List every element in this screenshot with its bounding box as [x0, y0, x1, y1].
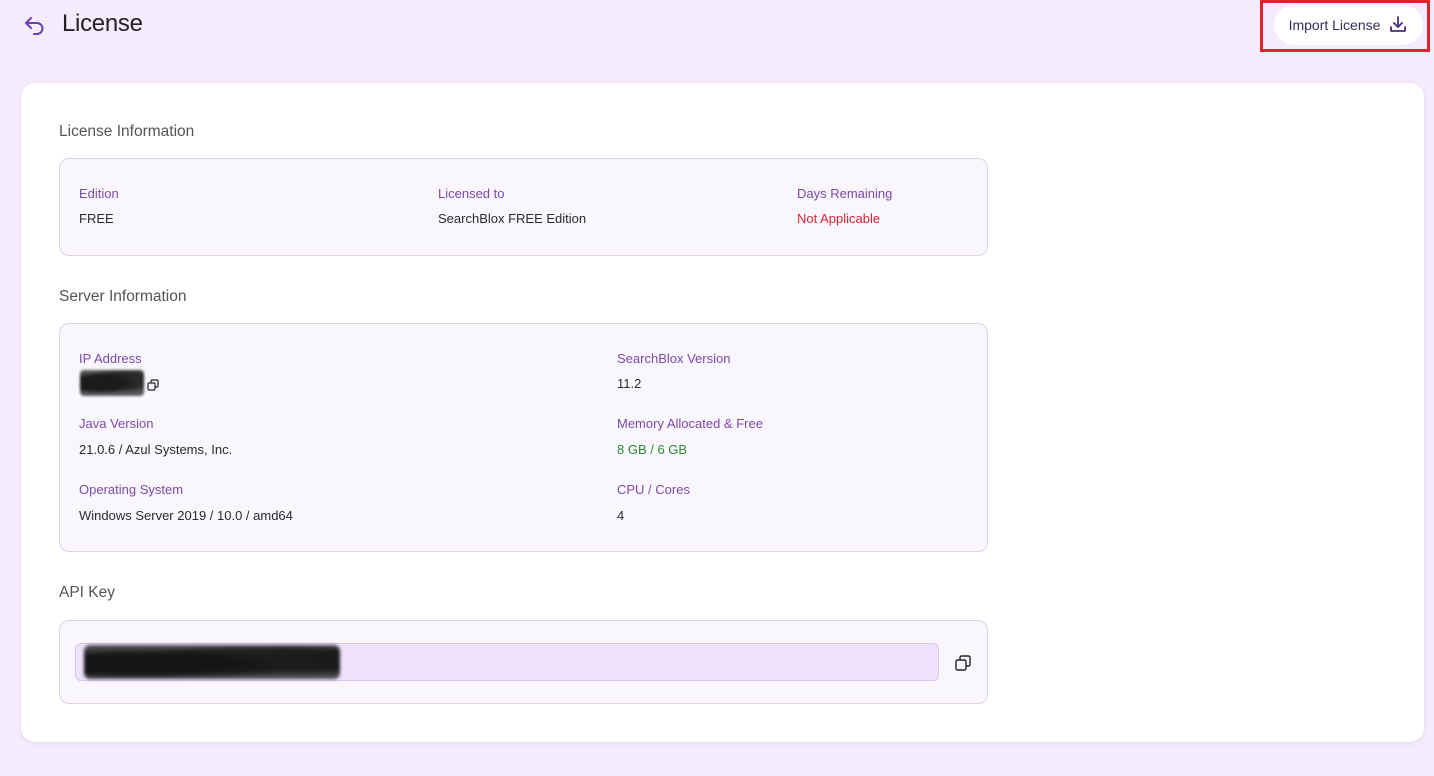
memory-label: Memory Allocated & Free: [617, 416, 763, 431]
top-bar: License Import License: [0, 0, 1434, 52]
license-info-panel: Edition FREE Licensed to SearchBlox FREE…: [59, 158, 988, 256]
license-card: License Information Edition FREE License…: [21, 83, 1424, 742]
ip-address-label: IP Address: [79, 351, 142, 366]
cpu-cores-label: CPU / Cores: [617, 482, 690, 497]
searchblox-version-label: SearchBlox Version: [617, 351, 731, 366]
licensed-to-label: Licensed to: [438, 186, 505, 201]
page-title: License: [62, 10, 143, 37]
operating-system-label: Operating System: [79, 482, 184, 497]
edition-value: FREE: [79, 211, 114, 226]
license-info-title: License Information: [59, 123, 195, 140]
days-remaining-label: Days Remaining: [797, 186, 893, 201]
searchblox-version-value: 11.2: [617, 376, 642, 391]
operating-system-value: Windows Server 2019 / 10.0 / amd64: [79, 508, 293, 523]
edition-label: Edition: [79, 186, 119, 201]
memory-value: 8 GB / 6 GB: [617, 442, 688, 457]
ip-address-redacted: [80, 370, 144, 396]
api-key-panel: [59, 620, 988, 704]
back-arrow-icon[interactable]: [22, 12, 48, 38]
import-license-button[interactable]: Import License: [1274, 5, 1423, 45]
api-key-title: API Key: [59, 584, 115, 601]
cpu-cores-value: 4: [617, 508, 625, 523]
java-version-value: 21.0.6 / Azul Systems, Inc.: [79, 442, 233, 457]
copy-api-key-icon[interactable]: [955, 655, 971, 676]
licensed-to-value: SearchBlox FREE Edition: [438, 211, 587, 226]
copy-ip-icon[interactable]: [147, 378, 159, 396]
import-license-label: Import License: [1288, 17, 1381, 33]
server-info-panel: IP Address SearchBlox Version 11.2 Java …: [59, 323, 988, 552]
license-page: License Import License License Informati…: [0, 0, 1434, 776]
server-info-title: Server Information: [59, 288, 187, 305]
days-remaining-value: Not Applicable: [797, 211, 881, 226]
download-icon: [1388, 14, 1408, 37]
api-key-field[interactable]: [75, 643, 939, 681]
java-version-label: Java Version: [79, 416, 154, 431]
